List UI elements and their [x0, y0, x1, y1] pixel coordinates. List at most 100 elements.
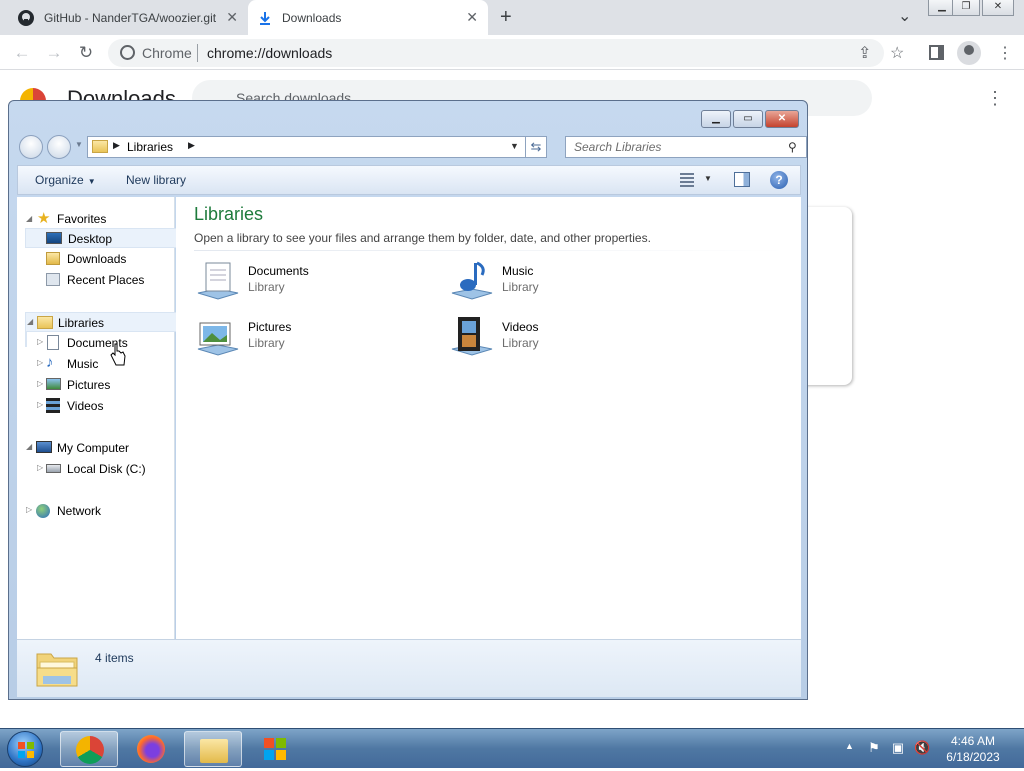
- views-dropdown-icon[interactable]: ▼: [704, 174, 712, 183]
- forward-arrow-icon[interactable]: →: [42, 41, 66, 65]
- close-window-button[interactable]: ✕: [982, 0, 1014, 16]
- show-hidden-icons-icon[interactable]: ▲: [845, 741, 854, 751]
- library-name: Videos: [502, 320, 539, 334]
- breadcrumb-arrow-icon[interactable]: ▶: [188, 140, 195, 151]
- bookmark-star-icon[interactable]: ☆: [890, 43, 904, 63]
- search-libraries-input[interactable]: Search Libraries ⚲: [565, 136, 807, 158]
- libraries-icon: [37, 316, 53, 329]
- explorer-maximize-button[interactable]: ▭: [733, 110, 763, 128]
- action-center-icon[interactable]: ⚑: [866, 740, 882, 756]
- omnibox[interactable]: Chrome chrome://downloads: [108, 39, 884, 67]
- expand-icon[interactable]: ▷: [37, 358, 43, 367]
- nav-libraries[interactable]: ◢ Libraries: [25, 312, 181, 332]
- desktop-icon: [46, 232, 62, 244]
- library-type: Library: [502, 280, 539, 294]
- network-icon: [36, 504, 50, 518]
- expand-icon[interactable]: ▷: [37, 337, 43, 346]
- breadcrumb-libraries[interactable]: Libraries: [127, 140, 173, 154]
- expand-icon[interactable]: ▷: [37, 400, 43, 409]
- nav-music[interactable]: ▷ ♪ Music: [25, 354, 181, 374]
- downloads-menu-icon[interactable]: ⋮: [986, 88, 1004, 109]
- windows-logo-icon: [18, 742, 34, 758]
- search-icon[interactable]: ⚲: [788, 140, 797, 154]
- libraries-content: Libraries Open a library to see your fil…: [176, 197, 801, 639]
- nav-my-computer[interactable]: ◢ My Computer: [25, 438, 181, 458]
- address-bar[interactable]: ▶ Libraries ▶ ▼: [87, 136, 543, 158]
- explorer-close-button[interactable]: ✕: [765, 110, 799, 128]
- firefox-icon: [137, 735, 165, 763]
- close-tab-icon[interactable]: ✕: [226, 9, 238, 26]
- tab-github[interactable]: GitHub - NanderTGA/woozier.git ✕: [8, 0, 248, 35]
- history-dropdown-icon[interactable]: ▼: [75, 140, 83, 149]
- more-menu-icon[interactable]: ⋮: [997, 43, 1013, 63]
- expand-icon[interactable]: ▷: [37, 463, 43, 472]
- music-icon: ♪: [46, 354, 54, 371]
- nav-network[interactable]: ▷ Network: [25, 501, 181, 521]
- tab-search-chevron-icon[interactable]: ⌄: [898, 6, 911, 26]
- omnibox-url[interactable]: chrome://downloads: [207, 45, 332, 61]
- explorer-navigation-bar: ▼ ▶ Libraries ▶ ▼ ⇆ Search Libraries ⚲: [17, 132, 807, 160]
- nav-videos[interactable]: ▷ Videos: [25, 396, 181, 416]
- start-button[interactable]: [7, 731, 43, 767]
- taskbar-chrome[interactable]: [60, 731, 118, 767]
- restore-button[interactable]: ❐: [952, 0, 980, 16]
- expand-icon[interactable]: ▷: [26, 505, 32, 514]
- expand-libraries-icon[interactable]: ◢: [27, 317, 33, 326]
- library-videos[interactable]: Videos Library: [448, 315, 668, 365]
- documents-icon: [47, 335, 59, 350]
- system-clock[interactable]: 4:46 AM 6/18/2023: [938, 733, 1008, 765]
- explorer-back-button[interactable]: [19, 135, 43, 159]
- nav-downloads[interactable]: Downloads: [25, 249, 181, 269]
- library-type: Library: [248, 336, 285, 350]
- help-icon[interactable]: ?: [770, 171, 788, 189]
- side-panel-icon[interactable]: [929, 45, 944, 60]
- clock-date: 6/18/2023: [946, 750, 1000, 764]
- nav-favorites[interactable]: ★ Favorites: [35, 209, 175, 229]
- library-type: Library: [502, 336, 539, 350]
- volume-muted-icon[interactable]: 🔇: [914, 740, 930, 756]
- expand-favorites-icon[interactable]: ◢: [26, 214, 32, 223]
- library-name: Music: [502, 264, 534, 278]
- library-documents[interactable]: Documents Library: [194, 259, 414, 309]
- library-name: Documents: [248, 264, 309, 278]
- taskbar-firefox[interactable]: [122, 731, 180, 767]
- library-pictures[interactable]: Pictures Library: [194, 315, 414, 365]
- navigation-pane: ◢ ★ Favorites Desktop Downloads Recent P…: [17, 197, 181, 639]
- chrome-icon: [120, 45, 135, 60]
- expand-computer-icon[interactable]: ◢: [26, 442, 32, 451]
- taskbar-explorer[interactable]: [184, 731, 242, 767]
- profile-avatar-icon[interactable]: [957, 41, 981, 65]
- tab-strip: GitHub - NanderTGA/woozier.git ✕ Downloa…: [0, 0, 1024, 35]
- breadcrumb-arrow-icon[interactable]: ▶: [113, 140, 120, 151]
- address-dropdown-icon[interactable]: ▼: [510, 141, 519, 151]
- preview-pane-icon[interactable]: [734, 172, 750, 187]
- nav-documents[interactable]: ▷ Documents: [25, 333, 181, 353]
- nav-desktop[interactable]: Desktop: [25, 228, 181, 248]
- libraries-folder-icon: [92, 140, 108, 153]
- expand-icon[interactable]: ▷: [37, 379, 43, 388]
- organize-button[interactable]: Organize ▼: [35, 173, 96, 187]
- downloads-folder-icon: [46, 252, 60, 265]
- network-status-icon[interactable]: ▣: [890, 740, 906, 756]
- tab-downloads[interactable]: Downloads ✕: [248, 0, 488, 35]
- explorer-forward-button[interactable]: [47, 135, 71, 159]
- change-view-icon[interactable]: [680, 173, 694, 187]
- refresh-icon[interactable]: ⇆: [525, 136, 547, 158]
- share-icon[interactable]: ⇪: [858, 43, 871, 63]
- new-tab-button[interactable]: +: [500, 6, 512, 29]
- library-music[interactable]: Music Library: [448, 259, 668, 309]
- nav-local-disk[interactable]: ▷ Local Disk (C:): [25, 459, 181, 479]
- chevron-down-icon: ▼: [87, 177, 96, 186]
- documents-library-icon: [197, 262, 239, 300]
- nav-recent-places[interactable]: Recent Places: [25, 270, 181, 290]
- explorer-minimize-button[interactable]: ▁: [701, 110, 731, 128]
- status-bar: 4 items: [17, 639, 801, 697]
- new-library-button[interactable]: New library: [126, 173, 186, 187]
- taskbar-windows-media[interactable]: [246, 731, 304, 767]
- close-tab-icon[interactable]: ✕: [466, 9, 478, 26]
- organize-label: Organize: [35, 173, 84, 187]
- nav-pictures[interactable]: ▷ Pictures: [25, 375, 181, 395]
- taskbar: ▲ ⚑ ▣ 🔇 4:46 AM 6/18/2023: [0, 728, 1024, 768]
- reload-icon[interactable]: ↻: [74, 41, 98, 65]
- back-arrow-icon[interactable]: ←: [10, 41, 34, 65]
